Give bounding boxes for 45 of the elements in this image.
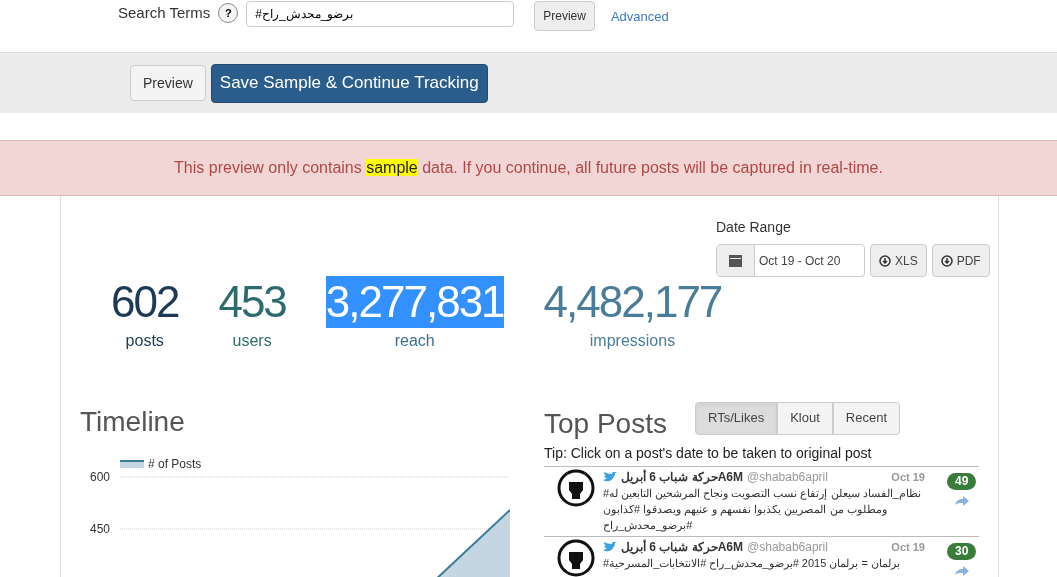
tip-text: Tip: Click on a post's date to be taken to original post: [544, 444, 873, 463]
post-text: #برلمان = برلمان 2015 #برضو_محدش_راح #الانتخابات_المسرحية: [603, 556, 901, 571]
count-badge: 30: [947, 543, 977, 560]
author-handle: @shabab6april: [747, 469, 828, 486]
bird-icon: [603, 541, 617, 553]
download-button[interactable]: PDF: [931, 244, 990, 277]
stat-value: 4,482,177: [543, 276, 722, 328]
author-name: حركة شباب 6 أبريلA6M: [621, 468, 744, 486]
stat-value: 602: [111, 276, 179, 328]
stat-label: posts: [125, 331, 164, 351]
timeline-title: Timeline: [80, 405, 186, 439]
download-icon: [879, 254, 891, 267]
search-label: Search Terms: [118, 3, 211, 23]
author-name: حركة شباب 6 أبريلA6M: [621, 538, 744, 556]
date-range-field[interactable]: Oct 19 - Oct 20: [716, 244, 865, 277]
stat-label: reach: [394, 331, 435, 351]
y-tick-label: 600: [89, 470, 110, 484]
help-button[interactable]: ?: [218, 3, 239, 23]
search-field[interactable]: #برضو_محدش_راح: [246, 1, 515, 27]
retweet-icon[interactable]: [954, 496, 969, 506]
download-button[interactable]: XLS: [870, 244, 927, 277]
preview-button[interactable]: Preview: [534, 1, 595, 31]
stat-value: 453: [218, 276, 286, 328]
alert-text: This preview only contains sample data. If you continue, all future posts will be captured in real-time.: [174, 158, 883, 178]
bird-icon: [603, 471, 617, 483]
advanced-link[interactable]: Advanced: [610, 7, 669, 27]
top-posts-title: Top Posts: [544, 407, 667, 441]
legend-label: # of Posts: [148, 456, 202, 473]
sort-tab[interactable]: RTs/Likes: [695, 401, 778, 435]
save-button[interactable]: Save Sample & Continue Tracking: [210, 63, 488, 103]
calendar-icon: [729, 254, 742, 267]
y-tick-label: 450: [89, 522, 110, 536]
stat-label: users: [232, 331, 272, 351]
author-handle: @shabab6april: [747, 539, 828, 556]
retweet-icon[interactable]: [954, 566, 969, 576]
preview-button[interactable]: Preview: [130, 65, 206, 101]
legend-swatch-icon: [120, 460, 144, 468]
stat-label: impressions: [589, 331, 676, 351]
download-icon: [940, 254, 953, 267]
date-range-label: Date Range: [716, 218, 792, 237]
post-text: #نظام_الفساد سيعلن إرتفاع نسب التصويت ونجاح المرشحين التابعين له ومطلوب من المصريين يكذبوا نفسهم و عنيهم ويصدقوا #كذابون #برضو_محدش_راح: [603, 486, 922, 533]
count-badge: 49: [947, 473, 977, 490]
sort-tab[interactable]: Recent: [832, 401, 900, 435]
stat-value: 3,277,831: [325, 276, 504, 328]
sort-tab[interactable]: Klout: [777, 401, 833, 435]
